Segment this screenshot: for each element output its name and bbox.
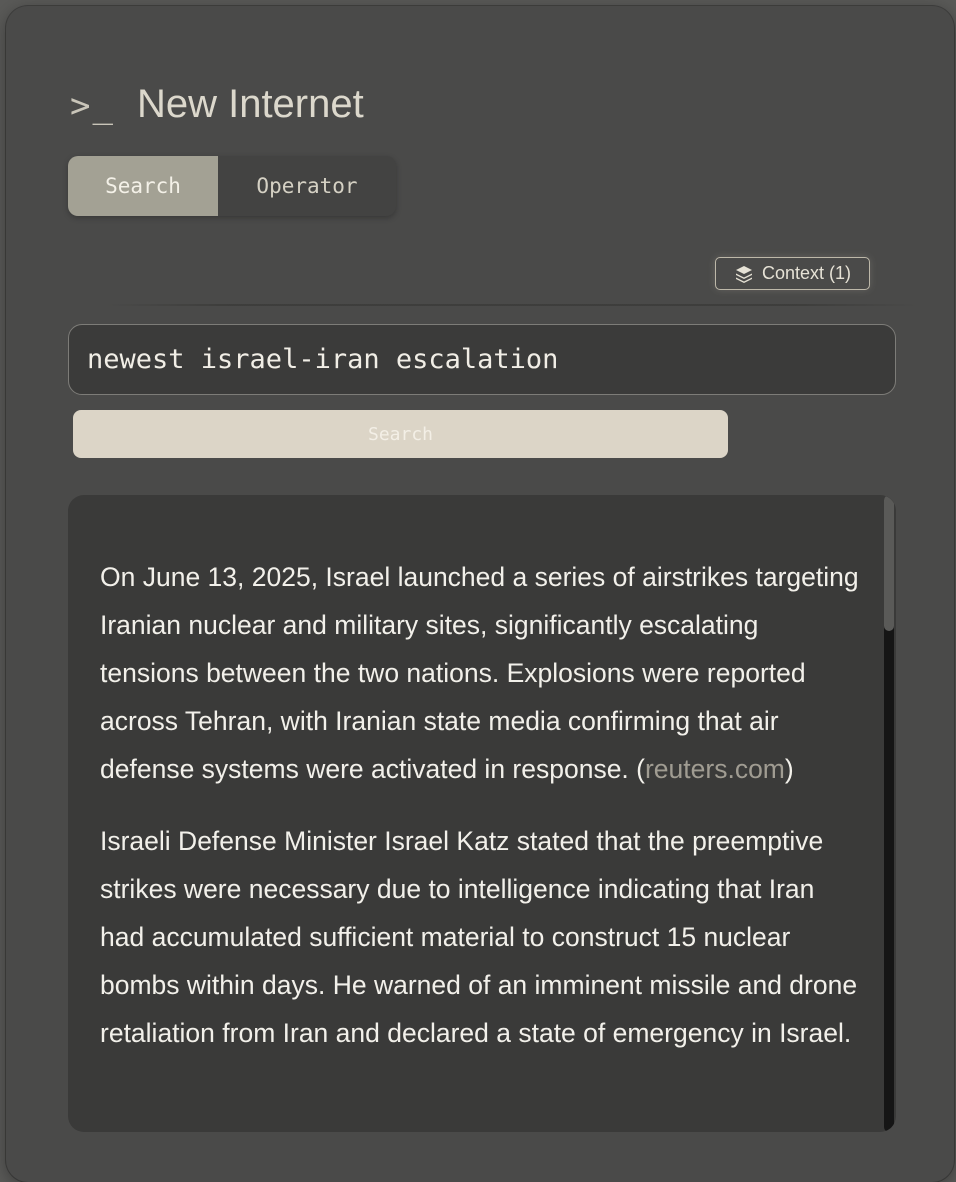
layers-icon — [735, 265, 752, 283]
results-panel: On June 13, 2025, Israel launched a seri… — [68, 495, 896, 1132]
tab-search[interactable]: Search — [68, 156, 218, 216]
app-panel: >_ New Internet Search Operator Context … — [6, 6, 954, 1182]
results-content: On June 13, 2025, Israel launched a seri… — [100, 553, 860, 1081]
search-input[interactable] — [68, 324, 896, 395]
context-button-label: Context (1) — [761, 263, 852, 283]
result-paragraph-text: On June 13, 2025, Israel launched a seri… — [100, 562, 859, 784]
results-scrollbar[interactable] — [884, 495, 894, 1132]
divider — [106, 304, 918, 306]
app-title: New Internet — [136, 82, 364, 126]
app-header: >_ New Internet — [70, 82, 364, 127]
mode-tabs: Search Operator — [68, 156, 396, 216]
scrollbar-thumb[interactable] — [884, 495, 894, 631]
terminal-prompt-icon: >_ — [70, 86, 115, 126]
source-link-reuters[interactable]: reuters.com — [645, 754, 785, 784]
tab-operator[interactable]: Operator — [218, 156, 396, 216]
context-button[interactable]: Context (1) — [715, 257, 870, 290]
result-paragraph: On June 13, 2025, Israel launched a seri… — [100, 553, 860, 793]
result-paragraph-text: Israeli Defense Minister Israel Katz sta… — [100, 826, 858, 1048]
result-paragraph-close: ) — [784, 754, 794, 784]
result-paragraph: Israeli Defense Minister Israel Katz sta… — [100, 817, 860, 1057]
search-button[interactable]: Search — [73, 410, 728, 458]
